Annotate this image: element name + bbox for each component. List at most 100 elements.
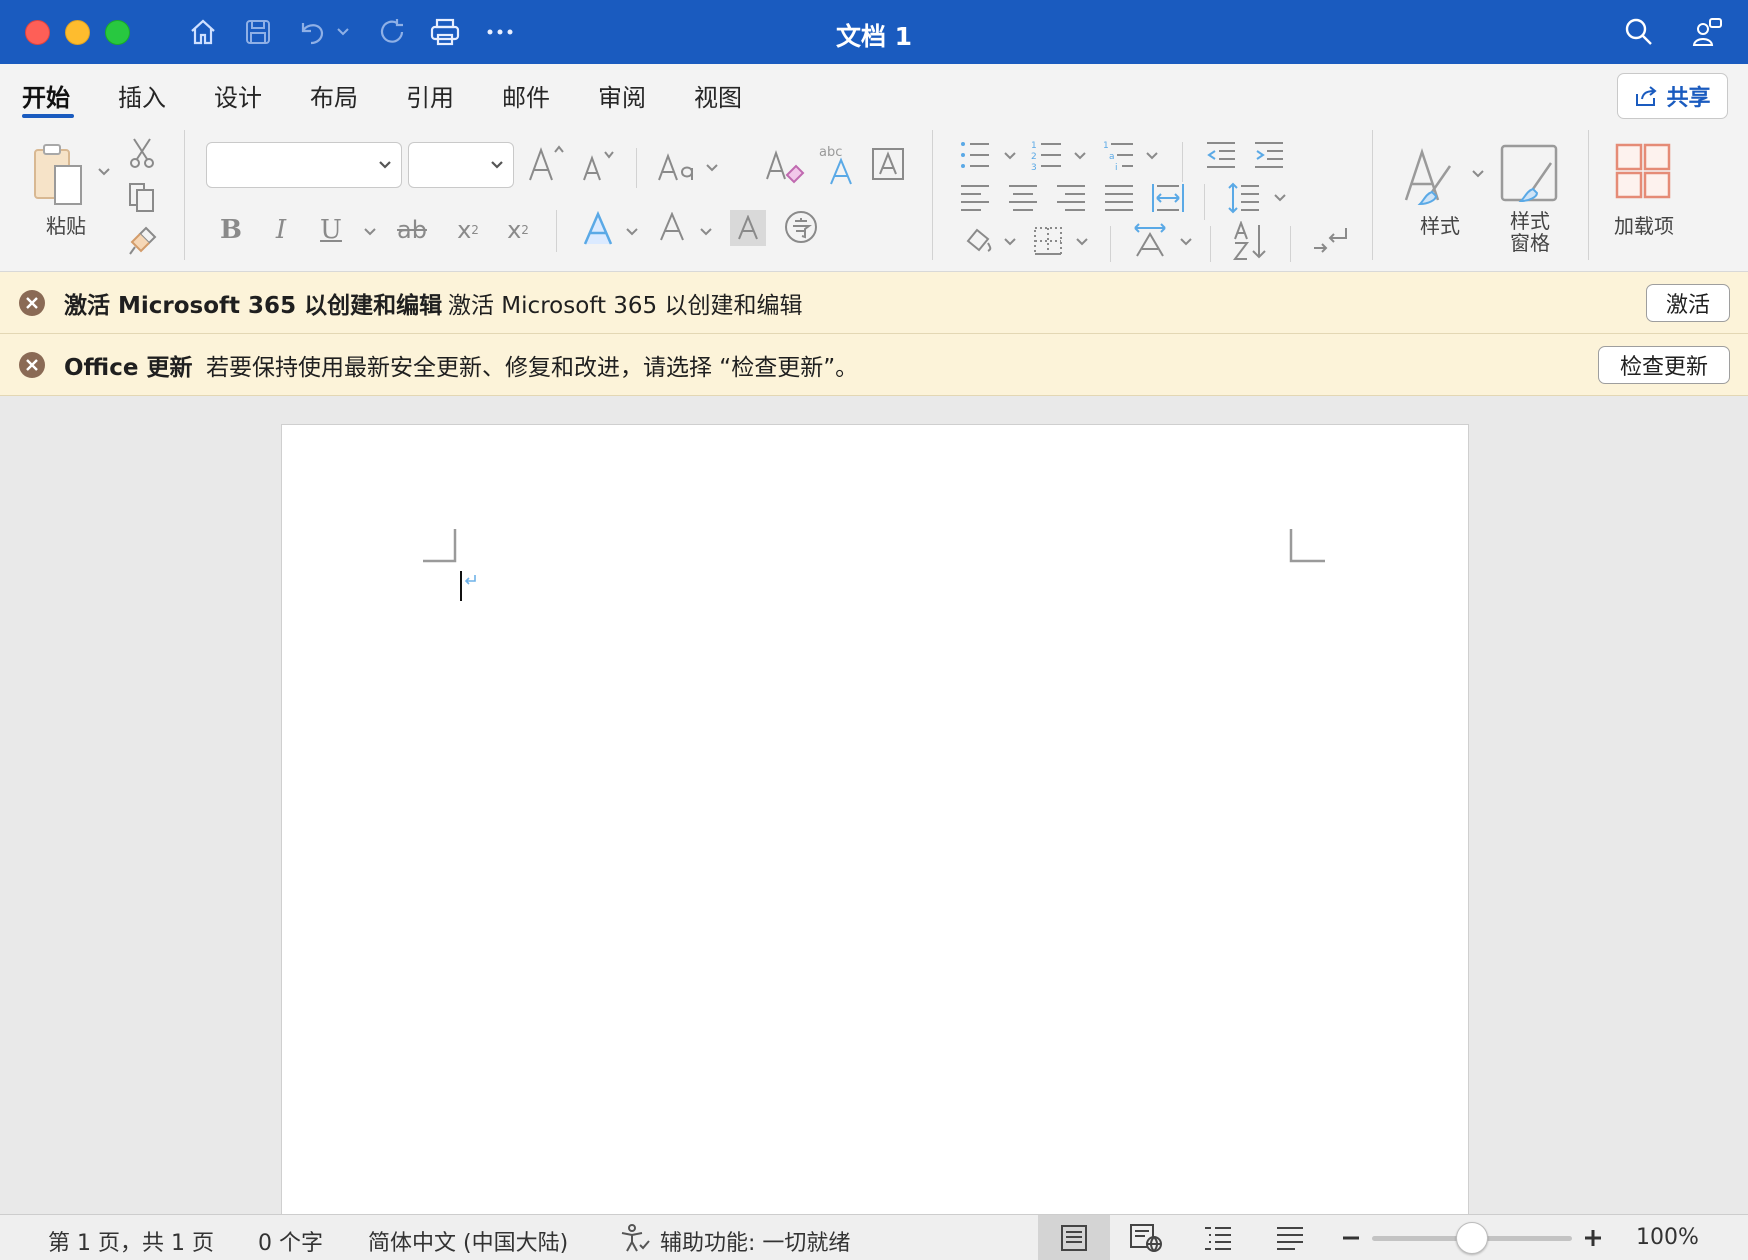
activation-title: 激活 Microsoft 365 以创建和编辑 [64,292,443,319]
svg-text:a: a [1109,152,1115,162]
shrink-font-icon[interactable] [578,144,618,188]
highlight-dropdown-icon[interactable] [696,222,716,242]
asian-layout-dropdown-icon[interactable] [1176,232,1196,252]
word-count[interactable]: 0 个字 [258,1225,323,1257]
paste-label: 粘贴 [46,214,86,238]
tab-home[interactable]: 开始 [22,78,70,113]
show-formatting-marks-icon[interactable] [1310,222,1350,260]
accessibility-icon[interactable] [618,1223,650,1253]
update-title: Office 更新 [64,354,193,381]
ribbon-separator [1372,130,1373,260]
asian-layout-icon[interactable] [1130,220,1170,260]
shading-dropdown-icon[interactable] [1000,232,1020,252]
grow-font-icon[interactable] [526,140,566,188]
zoom-out-icon[interactable] [1342,1231,1360,1245]
ribbon-separator [1182,142,1183,182]
print-layout-view-button[interactable] [1038,1215,1110,1260]
styles-icon[interactable] [1400,140,1460,210]
borders-icon[interactable] [1030,222,1066,260]
draft-view-button[interactable] [1254,1215,1326,1260]
strikethrough-button[interactable]: ab [392,210,432,250]
web-layout-view-button[interactable] [1110,1215,1182,1260]
zoom-in-icon[interactable] [1584,1229,1602,1247]
highlight-color-icon[interactable] [654,206,690,250]
text-effects-dropdown-icon[interactable] [622,222,642,242]
align-center-icon[interactable] [1006,180,1040,216]
multilevel-dropdown-icon[interactable] [1142,146,1162,166]
underline-dropdown-icon[interactable] [360,222,380,242]
zoom-slider-track[interactable] [1372,1222,1572,1254]
tab-design[interactable]: 设计 [214,78,262,113]
accessibility-status[interactable]: 辅助功能: 一切就绪 [660,1225,850,1257]
ribbon-separator [1204,184,1205,220]
font-name-combobox[interactable] [206,142,402,188]
multilevel-list-icon[interactable]: 1ai [1102,138,1136,172]
tab-layout[interactable]: 布局 [310,78,358,113]
shading-icon[interactable] [960,222,996,260]
text-effects-icon[interactable]: abc [816,140,858,190]
numbering-icon[interactable]: 123 [1030,138,1064,172]
decrease-indent-icon[interactable] [1204,138,1238,172]
zoom-slider-thumb[interactable] [1456,1222,1488,1254]
superscript-button[interactable]: x2 [498,210,538,250]
change-case-icon[interactable] [656,146,722,190]
align-left-icon[interactable] [958,180,992,216]
share-button[interactable]: 共享 [1617,73,1728,119]
ribbon-separator [556,210,557,252]
dismiss-activation-icon[interactable] [19,290,45,316]
bullets-dropdown-icon[interactable] [1000,146,1020,166]
justify-icon[interactable] [1102,180,1136,216]
zoom-level[interactable]: 100% [1636,1225,1699,1250]
numbering-dropdown-icon[interactable] [1070,146,1090,166]
dismiss-update-icon[interactable] [19,352,45,378]
underline-button[interactable]: U [316,210,346,250]
text-effects-a-icon[interactable] [578,206,618,252]
bold-button[interactable]: B [216,210,246,250]
tab-review[interactable]: 审阅 [598,78,646,113]
paste-dropdown-icon[interactable] [94,162,114,182]
outline-view-button[interactable] [1182,1215,1254,1260]
ribbon: 开始 插入 设计 布局 引用 邮件 审阅 视图 共享 粘贴 abc B I U … [0,64,1748,272]
style-pane-icon[interactable] [1498,140,1562,210]
cut-icon[interactable] [126,136,158,170]
subscript-button[interactable]: x2 [448,210,488,250]
search-icon[interactable] [1621,14,1657,50]
increase-indent-icon[interactable] [1252,138,1286,172]
styles-dropdown-icon[interactable] [1468,164,1488,184]
document-page[interactable] [281,424,1469,1224]
language-indicator[interactable]: 简体中文 (中国大陆) [368,1225,568,1257]
ribbon-separator [1290,226,1291,262]
enclose-characters-icon[interactable] [782,208,820,246]
account-icon[interactable] [1690,14,1726,50]
print-layout-icon [1061,1225,1087,1251]
italic-button[interactable]: I [266,210,296,250]
font-size-combobox[interactable] [408,142,514,188]
paste-icon[interactable] [28,140,88,210]
add-ins-icon[interactable] [1612,140,1674,202]
tab-references[interactable]: 引用 [406,78,454,113]
page-count[interactable]: 第 1 页，共 1 页 [48,1225,214,1257]
web-layout-icon [1130,1224,1162,1252]
character-border-icon[interactable] [868,144,908,184]
tab-mailings[interactable]: 邮件 [502,78,550,113]
ribbon-separator [932,130,933,260]
format-painter-icon[interactable] [124,224,160,258]
active-tab-indicator [22,114,74,118]
svg-text:3: 3 [1031,163,1037,171]
line-spacing-icon[interactable] [1226,180,1262,216]
bullets-icon[interactable] [958,138,992,172]
status-bar: 第 1 页，共 1 页 0 个字 简体中文 (中国大陆) 辅助功能: 一切就绪 … [0,1214,1748,1260]
tab-view[interactable]: 视图 [694,78,742,113]
svg-text:1: 1 [1031,141,1037,151]
distributed-align-icon[interactable] [1150,180,1186,216]
align-right-icon[interactable] [1054,180,1088,216]
borders-dropdown-icon[interactable] [1072,232,1092,252]
character-shading-icon[interactable] [730,210,766,246]
sort-icon[interactable] [1230,220,1270,262]
line-spacing-dropdown-icon[interactable] [1270,188,1290,208]
copy-icon[interactable] [124,180,160,214]
check-updates-button[interactable]: 检查更新 [1598,346,1730,384]
tab-insert[interactable]: 插入 [118,78,166,113]
clear-formatting-icon[interactable] [764,144,806,190]
activate-button[interactable]: 激活 [1646,284,1730,322]
